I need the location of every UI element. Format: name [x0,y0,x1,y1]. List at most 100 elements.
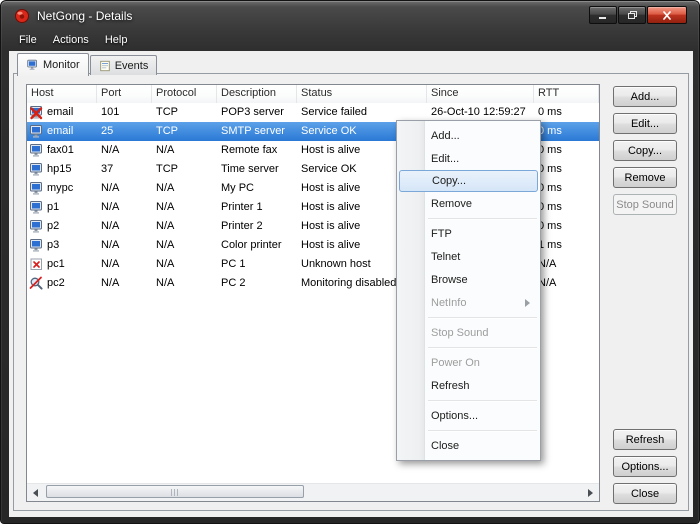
cell-protocol: N/A [152,198,217,217]
menu-item-close[interactable]: Close [397,434,540,457]
host-alive-icon [29,162,44,177]
scrollbar-track[interactable] [44,484,582,501]
menu-item-label: Refresh [431,380,470,392]
scroll-left-button[interactable] [27,484,44,501]
options-button[interactable]: Options... [613,456,677,477]
titlebar[interactable]: NetGong - Details [1,1,699,31]
column-header-host[interactable]: Host [27,85,97,103]
column-header-protocol[interactable]: Protocol [152,85,217,103]
cell-description: SMTP server [217,122,297,141]
cell-rtt: 0 ms [534,160,599,179]
host-alive-icon [29,124,44,139]
column-header-since[interactable]: Since [427,85,534,103]
host-alive-icon [29,238,44,253]
scroll-right-icon [588,489,593,497]
scrollbar-thumb[interactable] [46,485,304,498]
monitoring-disabled-icon [29,276,44,291]
menu-item-power-on: Power On [397,351,540,374]
h-scrollbar [27,483,599,501]
restore-button[interactable] [618,6,646,24]
service-failed-icon [29,105,44,120]
menu-item-add[interactable]: Add... [397,124,540,147]
cell-rtt: 0 ms [534,217,599,236]
host-cell: fax01 [27,141,97,160]
cell-description: Time server [217,160,297,179]
cell-description: Remote fax [217,141,297,160]
column-header-description[interactable]: Description [217,85,297,103]
cell-protocol: N/A [152,274,217,293]
column-header-port[interactable]: Port [97,85,152,103]
cell-description: PC 1 [217,255,297,274]
tab-events[interactable]: Events [90,55,158,75]
host-name: p2 [47,217,59,236]
window-title: NetGong - Details [37,9,132,23]
cell-rtt: 1 ms [534,236,599,255]
cell-description: Printer 1 [217,198,297,217]
cell-port: N/A [97,179,152,198]
tab-monitor[interactable]: Monitor [17,53,89,76]
tab-panel: HostPortProtocolDescriptionStatusSinceRT… [13,73,689,511]
menu-help[interactable]: Help [97,33,136,49]
cell-rtt: 0 ms [534,103,599,122]
menu-item-label: FTP [431,228,452,240]
menu-separator [428,430,537,431]
app-window: NetGong - Details File Actions Help [0,0,700,524]
column-header-status[interactable]: Status [297,85,427,103]
host-name: email [47,103,73,122]
remove-button[interactable]: Remove [613,167,677,188]
app-icon[interactable] [14,8,30,24]
copy-button[interactable]: Copy... [613,140,677,161]
scroll-right-button[interactable] [582,484,599,501]
close-button[interactable] [647,6,687,24]
host-name: pc1 [47,255,65,274]
menu-separator [428,218,537,219]
host-cell: mypc [27,179,97,198]
close-button[interactable]: Close [613,483,677,504]
context-menu: Add... Edit... Copy... Remove FTP Telnet Brows… [396,120,541,461]
minimize-button[interactable] [589,6,617,24]
close-icon [662,11,672,20]
cell-port: 25 [97,122,152,141]
menu-item-options[interactable]: Options... [397,404,540,427]
add-button[interactable]: Add... [613,86,677,107]
menu-item-ftp[interactable]: FTP [397,222,540,245]
menu-item-copy[interactable]: Copy... [399,170,538,192]
cell-protocol: N/A [152,179,217,198]
menu-item-label: Stop Sound [431,327,489,339]
menu-item-refresh[interactable]: Refresh [397,374,540,397]
cell-protocol: TCP [152,160,217,179]
minimize-icon [598,11,608,20]
edit-button[interactable]: Edit... [613,113,677,134]
cell-rtt: 0 ms [534,122,599,141]
restore-icon [627,10,638,20]
submenu-arrow-icon [525,299,530,307]
column-header-rtt[interactable]: RTT [534,85,599,103]
host-name: hp15 [47,160,71,179]
menu-item-label: Copy... [432,175,466,187]
host-cell: p3 [27,236,97,255]
menu-item-browse[interactable]: Browse [397,268,540,291]
menu-item-label: Telnet [431,251,460,263]
menu-file[interactable]: File [11,33,45,49]
menu-actions[interactable]: Actions [45,33,97,49]
menu-item-label: Power On [431,357,480,369]
refresh-button[interactable]: Refresh [613,429,677,450]
cell-port: 37 [97,160,152,179]
scroll-left-icon [33,489,38,497]
menu-item-label: Options... [431,410,478,422]
host-cell: p1 [27,198,97,217]
menu-item-remove[interactable]: Remove [397,192,540,215]
host-alive-icon [29,200,44,215]
cell-port: N/A [97,141,152,160]
host-alive-icon [29,219,44,234]
host-cell: pc1 [27,255,97,274]
cell-rtt: 0 ms [534,198,599,217]
menu-item-telnet[interactable]: Telnet [397,245,540,268]
menu-item-edit[interactable]: Edit... [397,147,540,170]
menu-separator [428,347,537,348]
menu-item-label: Edit... [431,153,459,165]
cell-description: POP3 server [217,103,297,122]
menu-item-stop-sound: Stop Sound [397,321,540,344]
host-name: pc2 [47,274,65,293]
cell-rtt: N/A [534,274,599,293]
